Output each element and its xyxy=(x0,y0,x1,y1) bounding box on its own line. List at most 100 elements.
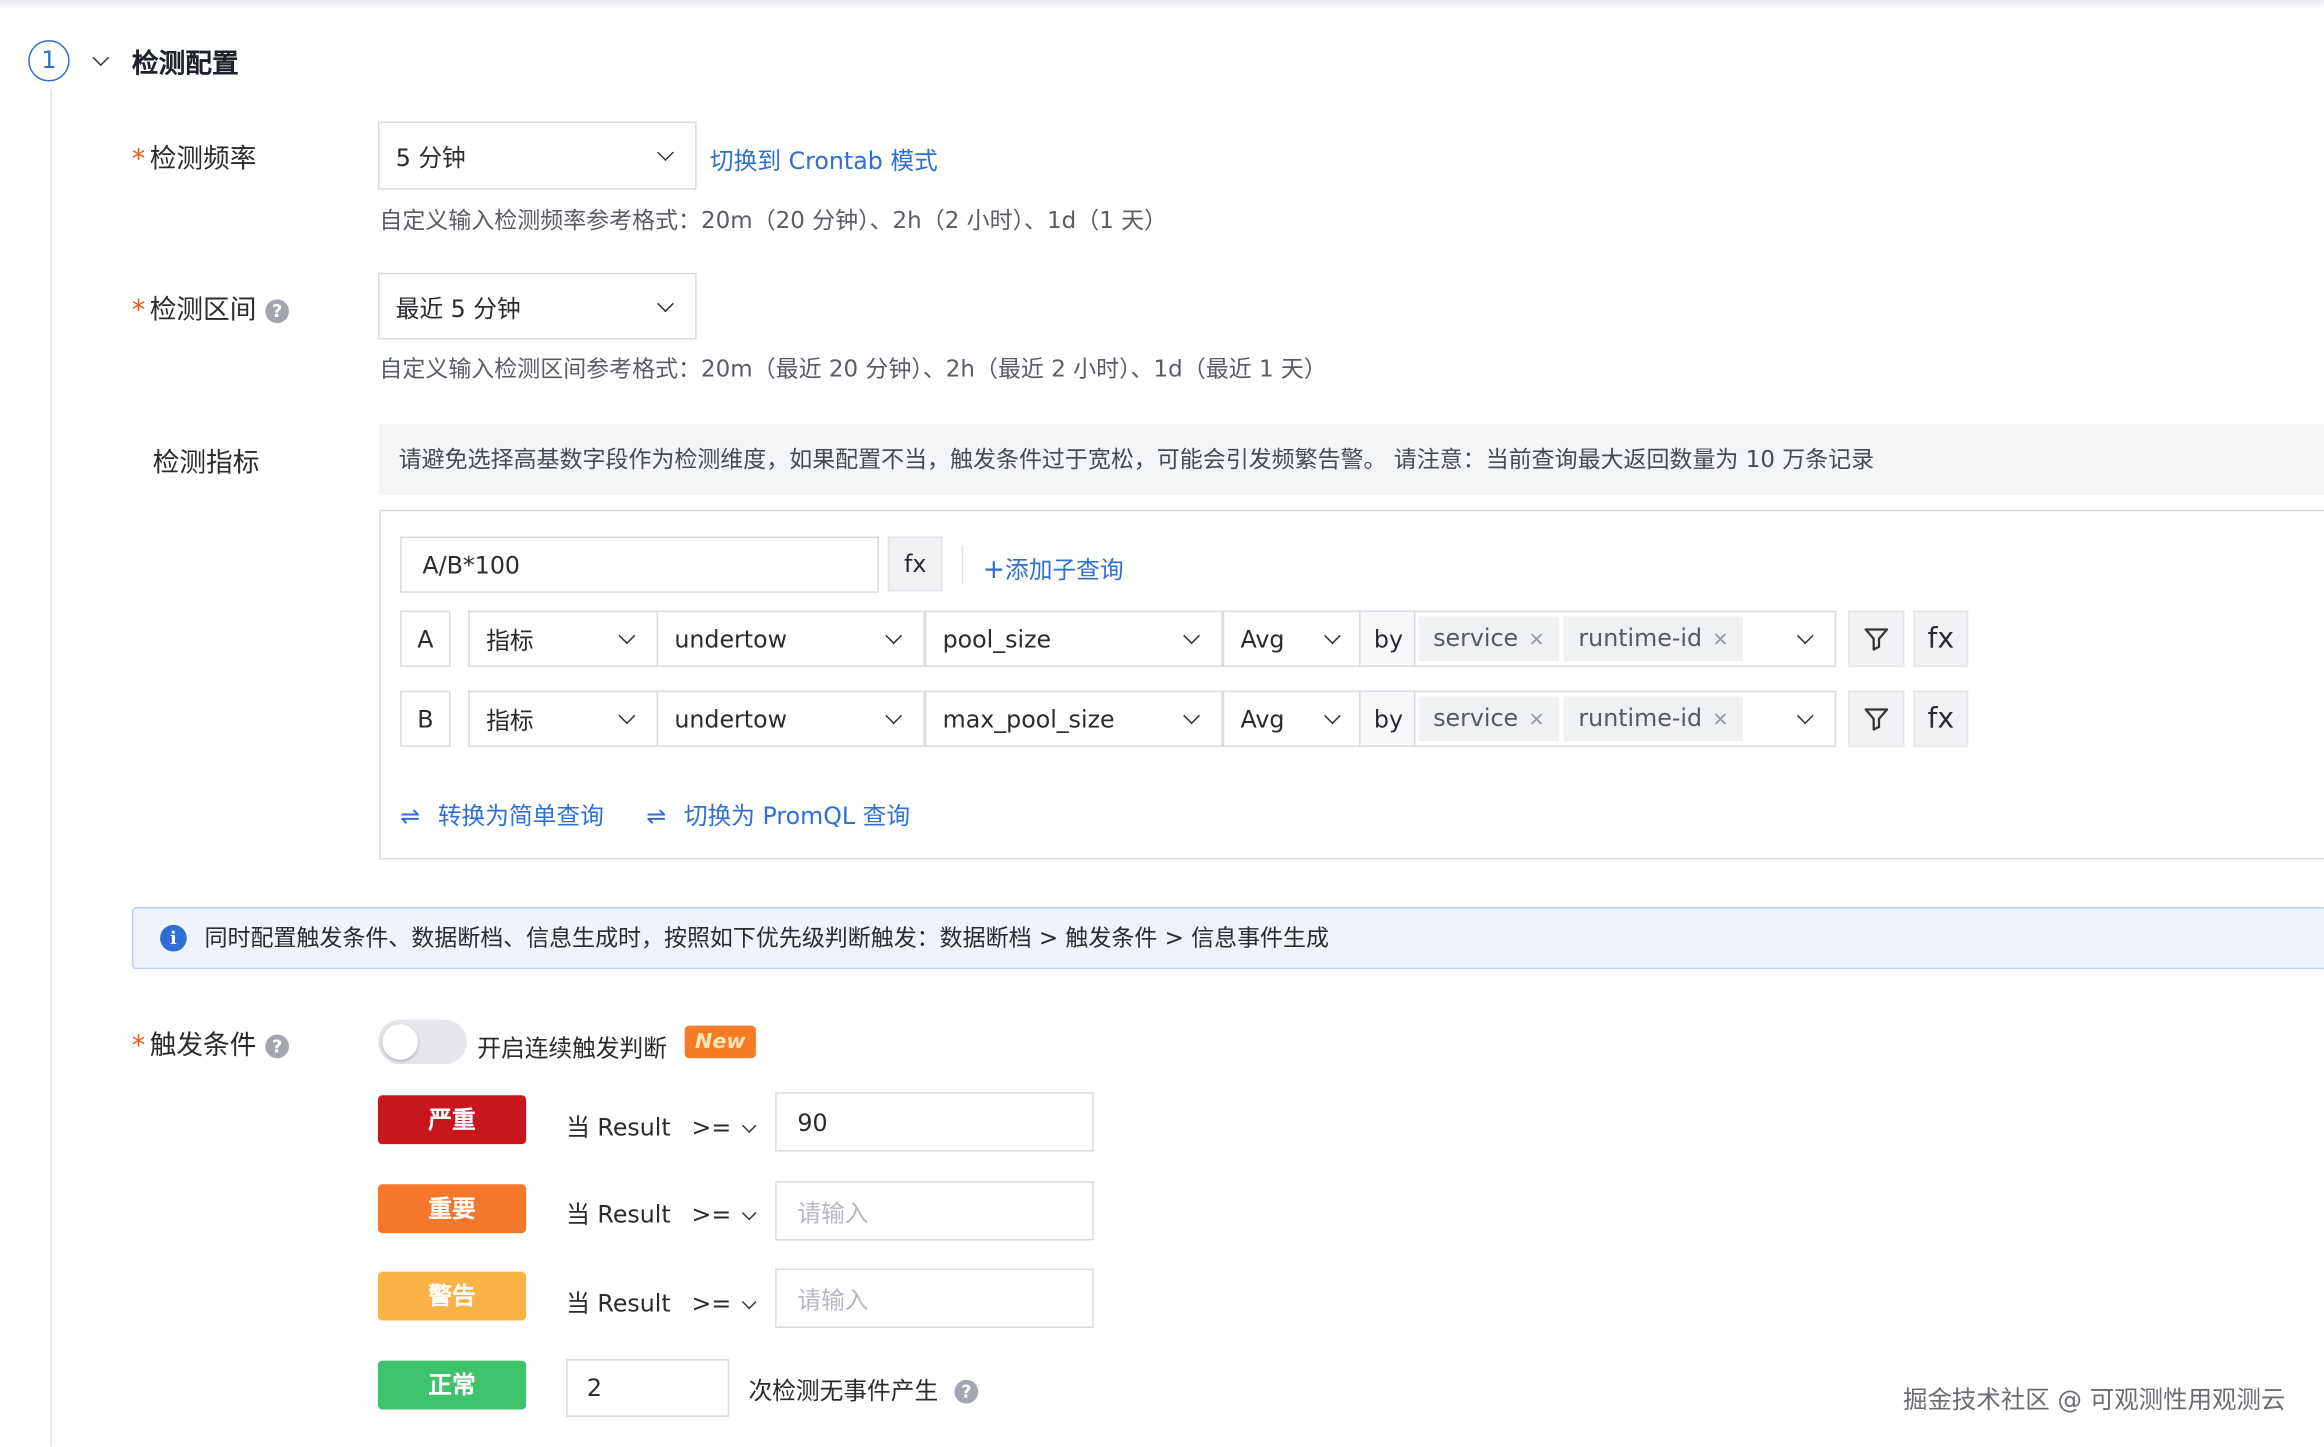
by-label: by xyxy=(1359,610,1416,667)
add-subquery-button[interactable]: +添加子查询 xyxy=(982,550,1124,586)
normal-count-input[interactable]: 2 xyxy=(566,1359,730,1417)
frequency-hint: 自定义输入检测频率参考格式：20m（20 分钟）、2h（2 小时）、1d（1 天… xyxy=(379,207,1168,235)
add-subquery-label: 添加子查询 xyxy=(1005,555,1124,584)
continuous-trigger-toggle[interactable] xyxy=(377,1019,467,1065)
aggregation-value: Avg xyxy=(1240,624,1285,653)
chevron-down-icon xyxy=(618,707,636,725)
expression-fx-button[interactable]: fx xyxy=(887,536,943,592)
chevron-down-icon xyxy=(742,1294,758,1310)
operator-value: >= xyxy=(691,1113,732,1142)
chevron-down-icon xyxy=(1796,627,1814,645)
critical-condition: 当 Result >= xyxy=(566,1107,758,1143)
chevron-down-icon xyxy=(1183,627,1200,645)
query-type-select[interactable]: 指标 xyxy=(468,690,659,747)
close-icon[interactable]: ✕ xyxy=(1529,630,1545,652)
tag-label: service xyxy=(1433,623,1519,653)
metric-field-value: pool_size xyxy=(942,624,1052,653)
severity-critical-badge: 严重 xyxy=(377,1095,527,1145)
switch-promql-link[interactable]: ⇌ 切换为 PromQL 查询 xyxy=(646,796,910,832)
warning-threshold-input[interactable]: 请输入 xyxy=(775,1268,1094,1328)
info-icon: i xyxy=(160,924,187,952)
operator-value: >= xyxy=(691,1289,732,1318)
aggregation-select[interactable]: Avg xyxy=(1222,610,1361,667)
operator-select[interactable]: >= xyxy=(691,1201,758,1229)
normal-suffix-text: 次检测无事件产生 xyxy=(748,1376,939,1406)
important-condition: 当 Result >= xyxy=(566,1195,758,1231)
help-icon[interactable]: ? xyxy=(265,1034,290,1059)
tag-label: runtime-id xyxy=(1578,703,1703,733)
close-icon[interactable]: ✕ xyxy=(1529,710,1545,732)
frequency-select[interactable]: 5 分钟 xyxy=(377,121,697,190)
toggle-knob xyxy=(382,1024,418,1060)
step-connector-line xyxy=(50,88,52,1447)
query-fx-button[interactable]: fx xyxy=(1913,690,1969,747)
important-threshold-input[interactable]: 请输入 xyxy=(775,1181,1094,1241)
interval-select[interactable]: 最近 5 分钟 xyxy=(377,272,697,340)
step-number: 1 xyxy=(28,40,70,82)
chevron-down-icon xyxy=(657,144,674,162)
swap-icon: ⇌ xyxy=(400,801,421,830)
metrics-notice: 请避免选择高基数字段作为检测维度，如果配置不当，触发条件过于宽松，可能会引发频繁… xyxy=(379,423,2324,496)
query-fx-button[interactable]: fx xyxy=(1913,610,1969,667)
metric-source-select[interactable]: undertow xyxy=(656,610,925,667)
operator-select[interactable]: >= xyxy=(691,1113,758,1142)
close-icon[interactable]: ✕ xyxy=(1712,630,1728,652)
severity-warning-badge: 警告 xyxy=(377,1271,527,1321)
metric-source-select[interactable]: undertow xyxy=(656,690,925,747)
help-icon[interactable]: ? xyxy=(954,1379,979,1404)
by-label-text: by xyxy=(1373,704,1403,733)
convert-simple-label: 转换为简单查询 xyxy=(437,801,604,830)
help-icon[interactable]: ? xyxy=(265,299,290,324)
close-icon[interactable]: ✕ xyxy=(1712,710,1728,732)
priority-info-text: 同时配置触发条件、数据断档、信息生成时，按照如下优先级判断触发：数据断档 > 触… xyxy=(204,924,1329,952)
group-by-tag[interactable]: runtime-id ✕ xyxy=(1563,616,1744,662)
interval-value: 最近 5 分钟 xyxy=(395,294,521,323)
aggregation-select[interactable]: Avg xyxy=(1222,690,1361,747)
convert-simple-query-link[interactable]: ⇌ 转换为简单查询 xyxy=(400,796,604,832)
chevron-down-icon xyxy=(618,627,636,645)
filter-button[interactable] xyxy=(1848,610,1905,667)
required-mark: * xyxy=(131,294,146,327)
severity-important-badge: 重要 xyxy=(377,1184,527,1234)
placeholder-text: 请输入 xyxy=(797,1286,869,1315)
expression-input[interactable]: A/B*100 xyxy=(400,536,879,593)
group-by-tag[interactable]: service ✕ xyxy=(1418,616,1560,662)
critical-threshold-input[interactable]: 90 xyxy=(775,1092,1094,1152)
top-shadow xyxy=(0,0,2324,9)
warning-condition: 当 Result >= xyxy=(566,1283,758,1319)
switch-promql-label: 切换为 PromQL 查询 xyxy=(683,801,911,830)
group-by-tag[interactable]: runtime-id ✕ xyxy=(1563,696,1744,742)
query-type-select[interactable]: 指标 xyxy=(468,610,659,667)
interval-label-text: 检测区间 xyxy=(149,294,257,327)
query-id: A xyxy=(400,610,451,667)
frequency-label: * 检测频率 xyxy=(132,138,256,177)
filter-button[interactable] xyxy=(1848,690,1905,747)
divider xyxy=(961,545,964,584)
interval-label: * 检测区间? xyxy=(131,289,290,328)
query-type-value: 指标 xyxy=(486,706,534,736)
plus-icon: + xyxy=(982,554,1006,586)
chevron-down-icon xyxy=(1324,627,1341,645)
metric-field-select[interactable]: pool_size xyxy=(924,610,1223,667)
query-id: B xyxy=(400,690,451,747)
metric-field-select[interactable]: max_pool_size xyxy=(924,690,1223,747)
section-title: 检测配置 xyxy=(131,48,239,81)
metric-field-value: max_pool_size xyxy=(942,704,1115,733)
chevron-down-icon xyxy=(657,294,674,312)
swap-icon: ⇌ xyxy=(646,801,667,830)
chevron-down-icon xyxy=(742,1205,758,1221)
filter-icon xyxy=(1864,628,1889,651)
group-by-tag[interactable]: service ✕ xyxy=(1418,696,1560,742)
aggregation-value: Avg xyxy=(1240,704,1285,733)
switch-crontab-link[interactable]: 切换到 Crontab 模式 xyxy=(710,141,938,177)
operator-select[interactable]: >= xyxy=(691,1289,758,1318)
tag-label: runtime-id xyxy=(1578,623,1703,653)
watermark: 掘金技术社区 @ 可观测性用观测云 xyxy=(1903,1385,2286,1414)
collapse-chevron-icon[interactable] xyxy=(92,49,110,67)
query-type-value: 指标 xyxy=(486,626,534,656)
new-badge: New xyxy=(684,1025,756,1059)
metric-source-value: undertow xyxy=(674,704,788,733)
chevron-down-icon xyxy=(1324,707,1341,725)
metrics-label: 检测指标 xyxy=(152,447,260,479)
chevron-down-icon xyxy=(1796,707,1814,725)
